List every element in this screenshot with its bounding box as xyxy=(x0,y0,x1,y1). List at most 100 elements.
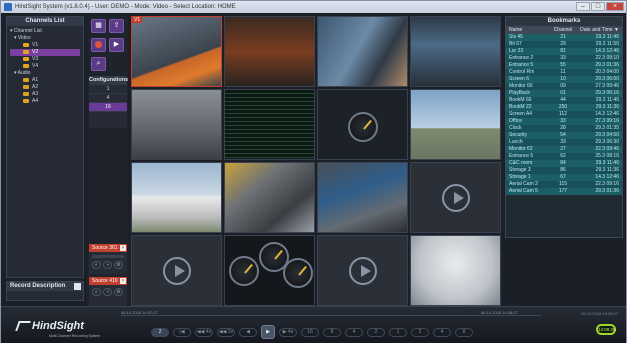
maximize-button[interactable]: □ xyxy=(591,2,605,11)
bookmark-row[interactable]: Entrance 2 33 22.3 09:10 xyxy=(506,55,622,62)
bookmark-row[interactable]: Lor 23 81 14.3 12:46 xyxy=(506,48,622,55)
settings-icon[interactable]: ⚙ xyxy=(114,261,123,269)
video-tile-fence[interactable] xyxy=(410,89,501,160)
bookmark-row[interactable]: Control Rm 11 20.3 04:00 xyxy=(506,69,622,76)
bookmark-name: Clock xyxy=(509,125,522,131)
config-item[interactable]: 4 xyxy=(89,94,127,103)
tree-group-audio[interactable]: ▾ Audio xyxy=(10,70,80,77)
tree-item-v4[interactable]: V4 xyxy=(10,63,80,70)
video-tile-empty[interactable] xyxy=(131,235,222,306)
volume-icon[interactable]: ◐ xyxy=(92,288,101,296)
mute-icon[interactable]: ◑ xyxy=(103,261,112,269)
play-icon[interactable] xyxy=(348,256,377,285)
tree-item-v2[interactable]: V2 xyxy=(10,49,80,56)
bookmark-row[interactable]: Aerial Cam 2 115 22.3 09:16 xyxy=(506,181,622,188)
video-tile-plant-night[interactable] xyxy=(224,16,315,87)
video-tile-control-room[interactable] xyxy=(410,16,501,87)
column-header-name[interactable]: Name xyxy=(506,26,549,34)
transport-button[interactable]: 4 xyxy=(433,327,451,337)
video-tile-gauges[interactable] xyxy=(224,235,315,306)
close-icon[interactable]: × xyxy=(120,278,126,284)
video-tile-valves[interactable] xyxy=(224,162,315,233)
bookmark-row[interactable]: Storage 3 86 29.3 11:36 xyxy=(506,167,622,174)
playlist-button[interactable]: ▶ xyxy=(109,38,124,52)
video-tile-empty[interactable] xyxy=(317,235,408,306)
live-badge[interactable]: 14:08:28 xyxy=(596,324,616,335)
transport-button[interactable]: ◀ xyxy=(239,327,257,337)
bookmark-row[interactable]: Entrance 5 55 29.3 01:36 xyxy=(506,62,622,69)
bookmark-row[interactable]: Monitor 62 27 22.3 09:46 xyxy=(506,146,622,153)
tree-group-video[interactable]: ▾ Video xyxy=(10,35,80,42)
bookmark-row[interactable]: Office 33 27.3 09:16 xyxy=(506,118,622,125)
mute-icon[interactable]: ◑ xyxy=(103,288,112,296)
volume-icon[interactable]: ◐ xyxy=(92,261,101,269)
tree-item-a4[interactable]: A4 xyxy=(10,98,80,105)
bookmark-row[interactable]: Monitor 66 09 27.3 09:46 xyxy=(506,83,622,90)
timeline[interactable]: 06.10.2018 14:07:27 06.10.2018 14:08:27 xyxy=(121,310,541,316)
tree-item-v3[interactable]: V3 xyxy=(10,56,80,63)
play-button[interactable]: ▶ xyxy=(261,325,275,339)
tree-root[interactable]: ▾ Channel List xyxy=(10,28,80,35)
video-tile-office[interactable] xyxy=(317,16,408,87)
config-item[interactable]: 1 xyxy=(89,85,127,94)
video-tile-meter[interactable] xyxy=(410,235,501,306)
gauge-graphic xyxy=(283,258,313,288)
transport-button[interactable]: ◀◀ 4x xyxy=(195,327,213,337)
export-button[interactable]: ⇪ xyxy=(109,19,124,33)
bookmark-row[interactable]: Lunch 33 29.3 06:30 xyxy=(506,139,622,146)
transport-button[interactable]: |◀ xyxy=(173,327,191,337)
record-button[interactable] xyxy=(91,38,106,52)
video-tile-pipes[interactable] xyxy=(317,162,408,233)
bookmark-row[interactable]: Clock 28 29.3 01:35 xyxy=(506,125,622,132)
tree-item-a1[interactable]: A1 xyxy=(10,77,80,84)
layout-button[interactable]: ▦ xyxy=(91,19,106,33)
video-tile-building[interactable] xyxy=(131,162,222,233)
bookmark-row[interactable]: Sis 45 21 29.3 11:46 xyxy=(506,34,622,41)
column-header-date[interactable]: Date and Time ▼ xyxy=(577,26,622,34)
settings-icon[interactable]: ⚙ xyxy=(114,288,123,296)
transport-button[interactable]: 2 xyxy=(367,327,385,337)
bookmark-row[interactable]: BookM 66 44 29.3 11:46 xyxy=(506,97,622,104)
transport-button[interactable]: 1 xyxy=(389,327,407,337)
transport-button[interactable]: 8 xyxy=(455,327,473,337)
bookmark-row[interactable]: Aerial Cam 5 177 29.3 01:36 xyxy=(506,188,622,195)
play-icon[interactable] xyxy=(441,183,470,212)
play-icon[interactable] xyxy=(162,256,191,285)
bookmark-row[interactable]: PlayBack 01 29.3 06:16 xyxy=(506,90,622,97)
video-tile-dashboard[interactable] xyxy=(317,89,408,160)
transport-button[interactable]: 16 xyxy=(301,327,319,337)
bookmark-row[interactable]: Screen 6 10 29.3 06:00 xyxy=(506,76,622,83)
video-tile-data-screen[interactable] xyxy=(224,89,315,160)
tree-item-v1[interactable]: V1 xyxy=(10,42,80,49)
bookmark-row[interactable]: Screen A4 112 14.3 12:46 xyxy=(506,111,622,118)
tree-item-a3[interactable]: A3 xyxy=(10,91,80,98)
bookmark-row[interactable]: C&C room 84 29.3 11:46 xyxy=(506,160,622,167)
close-icon[interactable]: × xyxy=(120,245,126,251)
transport-button[interactable]: 4 xyxy=(345,327,363,337)
search-button[interactable]: ⌕ xyxy=(91,57,106,71)
bookmark-row[interactable]: Storage 1 67 14.3 12:46 xyxy=(506,174,622,181)
source-controls: ◐ ◑ ⚙ xyxy=(92,288,124,296)
speed-button[interactable]: 2 xyxy=(151,327,169,337)
video-tile-refinery[interactable] xyxy=(131,89,222,160)
bookmark-channel: 44 xyxy=(560,97,566,103)
config-item[interactable]: 16 xyxy=(89,103,127,112)
close-button[interactable]: × xyxy=(606,2,624,11)
video-tile-empty[interactable] xyxy=(410,162,501,233)
tree-item-a2[interactable]: A2 xyxy=(10,84,80,91)
bookmark-row[interactable]: Bit 67 29 29.3 11:50 xyxy=(506,41,622,48)
speaker-icon xyxy=(23,77,29,82)
transport-button[interactable]: 2 xyxy=(411,327,429,337)
edit-icon[interactable] xyxy=(74,283,81,290)
transport-button[interactable]: 8 xyxy=(323,327,341,337)
bookmark-row[interactable]: Security 54 29.3 04:50 xyxy=(506,132,622,139)
bookmark-row[interactable]: Entrance 5 62 25.3 08:16 xyxy=(506,153,622,160)
transport-button[interactable]: ◀◀ 2x xyxy=(217,327,235,337)
column-header-channel[interactable]: Channel xyxy=(549,26,577,34)
transport-button[interactable]: ▶ 4x xyxy=(279,327,297,337)
video-tile-worker[interactable]: V1 xyxy=(131,16,222,87)
bookmark-row[interactable]: BookM 22 250 29.3 11:36 xyxy=(506,104,622,111)
bookmark-time: 29.3 11:46 xyxy=(595,34,619,40)
minimize-button[interactable]: – xyxy=(576,2,590,11)
speaker-icon xyxy=(23,98,29,103)
